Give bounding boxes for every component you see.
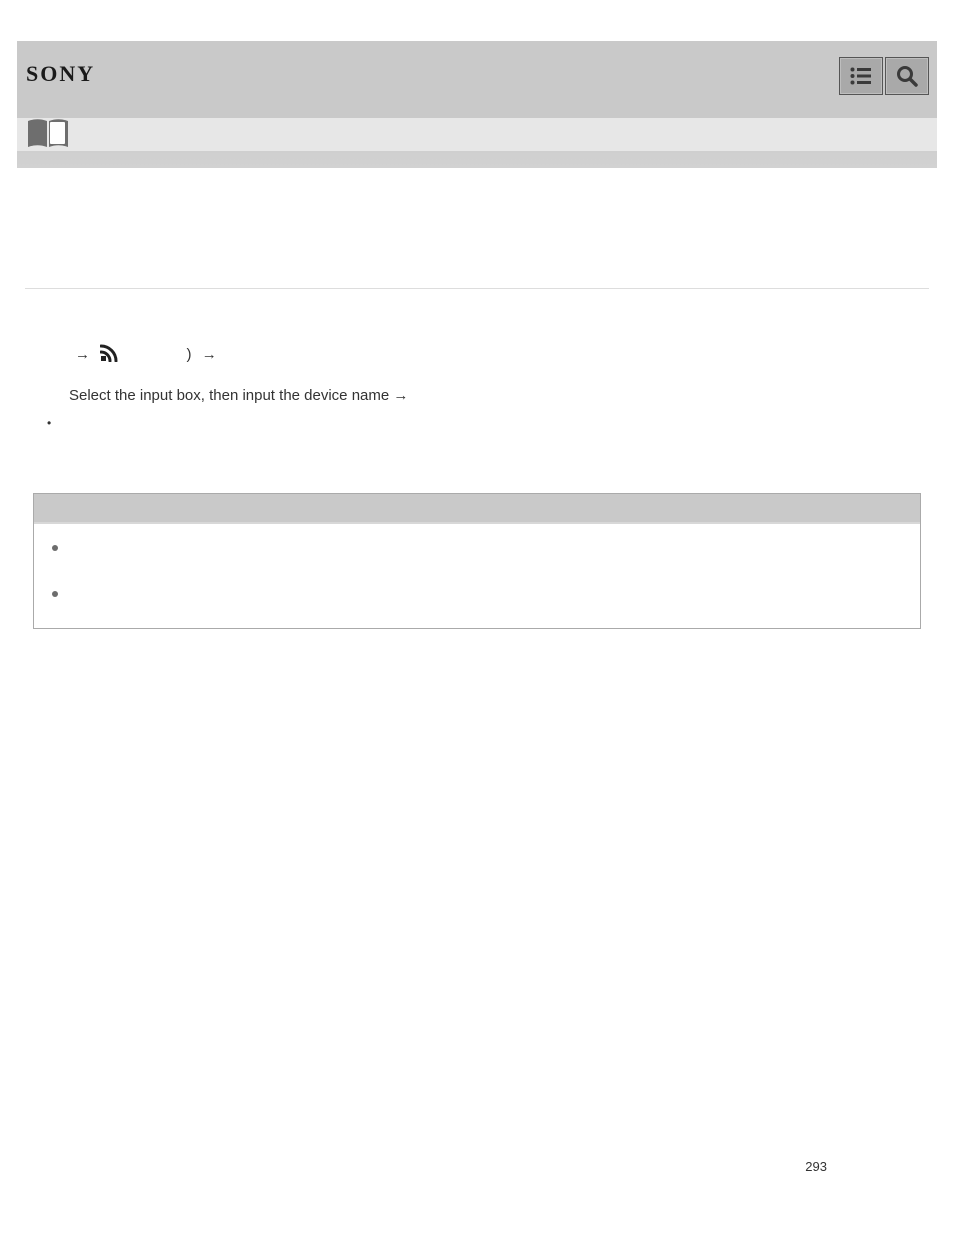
menu-path: → ) → [69, 344, 929, 363]
note-box [33, 493, 921, 629]
page-number: 293 [17, 629, 937, 1194]
section-divider [25, 288, 929, 289]
search-icon [896, 65, 918, 87]
arrow-icon: → [202, 346, 217, 363]
arrow-icon: → [75, 346, 90, 363]
paren-close: ) [187, 346, 192, 363]
note-body [34, 524, 920, 628]
note-title-bar [34, 494, 920, 524]
brand-text: SONY [26, 61, 95, 87]
menu-button[interactable] [839, 57, 883, 95]
search-button[interactable] [885, 57, 929, 95]
main-content: → ) → Select the input box, then input t… [17, 168, 937, 629]
list-icon [850, 67, 872, 85]
step-sub-list [47, 414, 929, 431]
list-item [47, 414, 929, 431]
list-item [52, 586, 902, 602]
subheader-gradient [17, 151, 937, 168]
network-icon [100, 344, 118, 362]
note-list [52, 540, 902, 602]
subheader-bar [17, 118, 937, 151]
book-icon [25, 117, 71, 151]
step-instruction: Select the input box, then input the dev… [69, 387, 929, 404]
header-bar: SONY [17, 41, 937, 118]
list-item [52, 540, 902, 556]
header-actions [839, 57, 929, 95]
